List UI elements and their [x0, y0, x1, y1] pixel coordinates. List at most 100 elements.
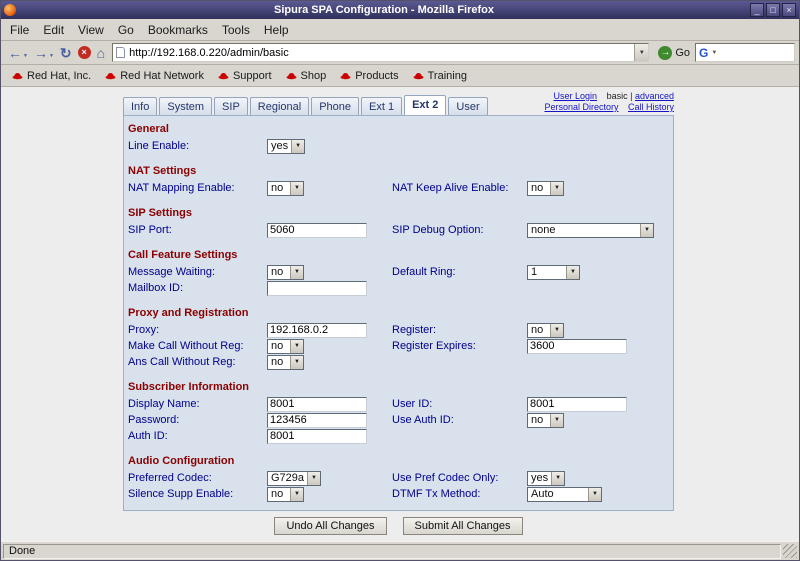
dropdown-arrow-icon: ▼ — [588, 488, 601, 501]
dropdown-arrow-icon: ▼ — [290, 356, 303, 369]
tab-ext-2[interactable]: Ext 2 — [404, 95, 446, 115]
tab-system[interactable]: System — [159, 97, 212, 115]
menu-item-help[interactable]: Help — [257, 20, 296, 40]
stop-button[interactable]: × — [75, 43, 94, 63]
forward-button[interactable]: → ▼ — [31, 43, 57, 63]
section-title: Proxy and Registration — [124, 305, 673, 322]
dropdown-arrow-icon: ▼ — [290, 340, 303, 353]
ans-call-without-reg-select[interactable]: no▼ — [267, 355, 304, 370]
tab-sip[interactable]: SIP — [214, 97, 248, 115]
tab-bar: InfoSystemSIPRegionalPhoneExt 1Ext 2User — [123, 95, 490, 115]
forward-dropdown-icon[interactable]: ▼ — [49, 53, 54, 63]
tab-phone[interactable]: Phone — [311, 97, 359, 115]
back-button[interactable]: ← ▼ — [5, 43, 31, 63]
use-pref-codec-only-select[interactable]: yes▼ — [527, 471, 565, 486]
call-history-link[interactable]: Call History — [628, 102, 674, 112]
register-expires-input[interactable] — [527, 339, 627, 354]
reload-button[interactable]: ↻ — [57, 43, 75, 63]
field-label: Use Auth ID: — [392, 414, 527, 426]
url-input[interactable] — [129, 45, 634, 60]
dropdown-arrow-icon: ▼ — [290, 182, 303, 195]
title-bar[interactable]: Sipura SPA Configuration - Mozilla Firef… — [1, 1, 799, 19]
menu-item-bookmarks[interactable]: Bookmarks — [141, 20, 215, 40]
field-label: Mailbox ID: — [128, 282, 267, 294]
dropdown-arrow-icon: ▼ — [291, 140, 304, 153]
bookmark-red-hat-network[interactable]: Red Hat Network — [98, 68, 211, 84]
go-icon: → — [658, 46, 672, 60]
make-call-without-reg-select[interactable]: no▼ — [267, 339, 304, 354]
url-bar[interactable]: ▼ — [112, 43, 649, 62]
window-title: Sipura SPA Configuration - Mozilla Firef… — [20, 4, 748, 16]
field-label: DTMF Tx Method: — [392, 488, 527, 500]
sip-debug-option-select[interactable]: none▼ — [527, 223, 654, 238]
section-call-feature-settings: Call Feature SettingsMessage Waiting:no▼… — [124, 238, 673, 296]
field-label: Proxy: — [128, 324, 267, 336]
submit-all-changes-button[interactable]: Submit All Changes — [403, 517, 523, 535]
user-id-input[interactable] — [527, 397, 627, 412]
field-label: Use Pref Codec Only: — [392, 472, 527, 484]
navigation-toolbar: ← ▼ → ▼ ↻ × ⌂ ▼ → Go G ▼ — [1, 41, 799, 65]
tab-regional[interactable]: Regional — [250, 97, 309, 115]
home-button[interactable]: ⌂ — [94, 43, 108, 63]
mailbox-id-input[interactable] — [267, 281, 367, 296]
user-login-link[interactable]: User Login — [554, 91, 598, 101]
proxy-input[interactable] — [267, 323, 367, 338]
field-label: Register: — [392, 324, 527, 336]
section-sip-settings: SIP SettingsSIP Port:SIP Debug Option:no… — [124, 196, 673, 238]
display-name-input[interactable] — [267, 397, 367, 412]
menu-item-tools[interactable]: Tools — [215, 20, 257, 40]
reload-icon: ↻ — [60, 44, 72, 62]
search-input[interactable] — [719, 47, 791, 59]
minimize-button[interactable]: _ — [750, 3, 764, 17]
advanced-view-link[interactable]: advanced — [635, 91, 674, 101]
field-label: Line Enable: — [128, 140, 267, 152]
close-button[interactable]: × — [782, 3, 796, 17]
menu-item-view[interactable]: View — [71, 20, 111, 40]
bookmark-products[interactable]: Products — [333, 68, 405, 84]
red-hat-icon — [340, 71, 351, 80]
field-label: Default Ring: — [392, 266, 527, 278]
preferred-codec-select[interactable]: G729a▼ — [267, 471, 321, 486]
field-label: Ans Call Without Reg: — [128, 356, 267, 368]
use-auth-id-select[interactable]: no▼ — [527, 413, 564, 428]
silence-supp-enable-select[interactable]: no▼ — [267, 487, 304, 502]
url-dropdown-icon[interactable]: ▼ — [634, 44, 648, 61]
undo-all-changes-button[interactable]: Undo All Changes — [274, 517, 386, 535]
form-row: NAT Mapping Enable:no▼NAT Keep Alive Ena… — [124, 180, 673, 196]
back-dropdown-icon[interactable]: ▼ — [23, 53, 28, 63]
status-text: Done — [3, 544, 781, 559]
message-waiting-select[interactable]: no▼ — [267, 265, 304, 280]
nat-keep-alive-enable-select[interactable]: no▼ — [527, 181, 564, 196]
dropdown-arrow-icon: ▼ — [566, 266, 579, 279]
tab-ext-1[interactable]: Ext 1 — [361, 97, 402, 115]
sip-port-input[interactable] — [267, 223, 367, 238]
menu-item-file[interactable]: File — [3, 20, 36, 40]
auth-id-input[interactable] — [267, 429, 367, 444]
go-button[interactable]: → Go — [653, 43, 695, 63]
bookmark-support[interactable]: Support — [211, 68, 279, 84]
resize-grip[interactable] — [783, 544, 797, 558]
dtmf-tx-method-select[interactable]: Auto▼ — [527, 487, 602, 502]
password-input[interactable] — [267, 413, 367, 428]
tab-user[interactable]: User — [448, 97, 487, 115]
bookmark-training[interactable]: Training — [406, 68, 474, 84]
maximize-button[interactable]: □ — [766, 3, 780, 17]
page-header: InfoSystemSIPRegionalPhoneExt 1Ext 2User… — [123, 91, 674, 115]
line-enable-select[interactable]: yes▼ — [267, 139, 305, 154]
field-label: Display Name: — [128, 398, 267, 410]
dropdown-arrow-icon: ▼ — [550, 324, 563, 337]
search-box[interactable]: G ▼ — [695, 43, 795, 62]
nat-mapping-enable-select[interactable]: no▼ — [267, 181, 304, 196]
firefox-window-icon — [4, 4, 16, 16]
bookmark-red-hat-inc[interactable]: Red Hat, Inc. — [5, 68, 98, 84]
search-engine-dropdown-icon[interactable]: ▼ — [711, 50, 717, 56]
personal-directory-link[interactable]: Personal Directory — [544, 102, 618, 112]
menu-item-go[interactable]: Go — [111, 20, 141, 40]
menu-item-edit[interactable]: Edit — [36, 20, 71, 40]
section-audio-configuration: Audio ConfigurationPreferred Codec:G729a… — [124, 444, 673, 502]
tab-info[interactable]: Info — [123, 97, 157, 115]
default-ring-select[interactable]: 1▼ — [527, 265, 580, 280]
section-title: Call Feature Settings — [124, 247, 673, 264]
register-select[interactable]: no▼ — [527, 323, 564, 338]
bookmark-shop[interactable]: Shop — [279, 68, 334, 84]
